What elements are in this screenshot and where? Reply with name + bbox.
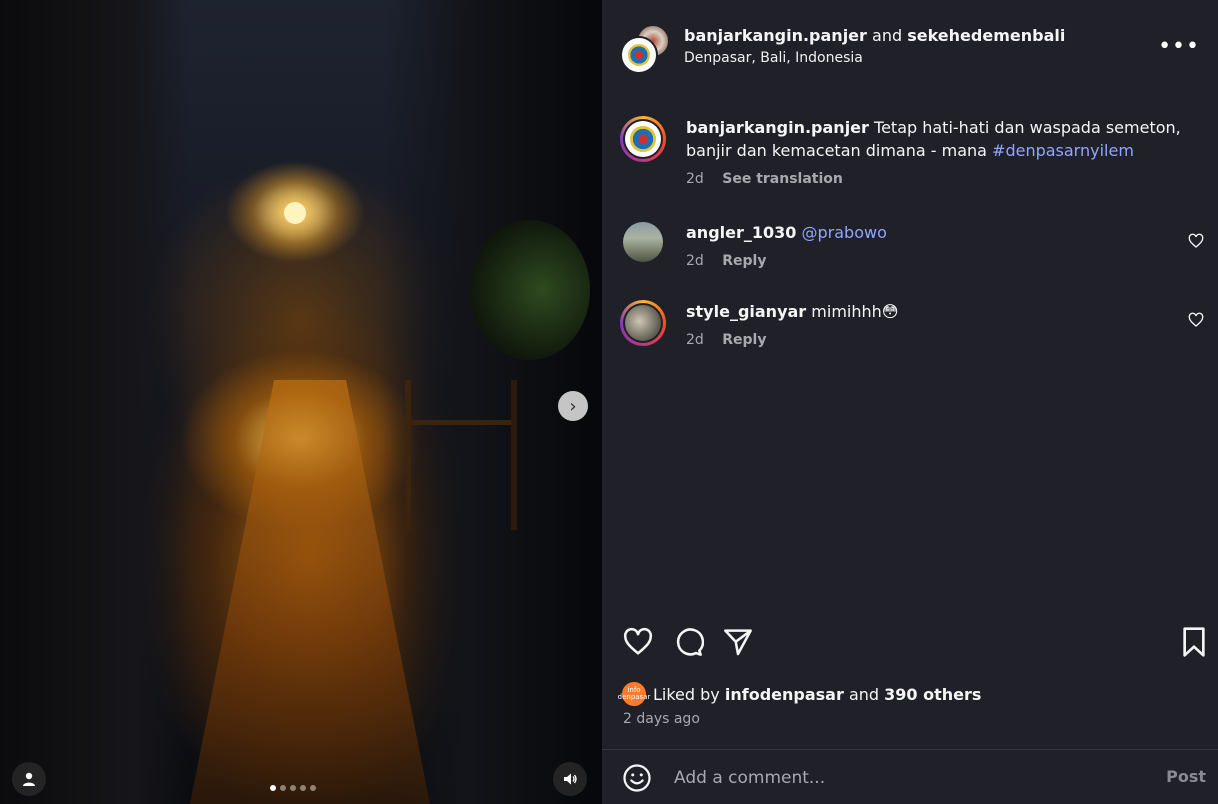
- header-text: banjarkangin.panjer and sekehedemenbali …: [684, 26, 1065, 66]
- commenter-avatar-ring: [623, 303, 663, 343]
- see-translation-button[interactable]: See translation: [722, 171, 843, 187]
- add-comment-bar: Post: [602, 750, 1218, 804]
- comment-text: mimihhh😳: [811, 302, 899, 321]
- caption-text-block: banjarkangin.panjer Tetap hati-hati dan …: [686, 116, 1200, 162]
- post-date[interactable]: 2 days ago: [623, 711, 700, 727]
- comment-username[interactable]: angler_1030: [686, 223, 796, 242]
- media-foliage: [470, 220, 590, 360]
- banjar-emblem-icon: [628, 44, 650, 66]
- chevron-right-icon: ›: [569, 395, 577, 417]
- comment-input[interactable]: [672, 763, 1116, 793]
- media-fence: [405, 380, 517, 530]
- carousel-indicator: [270, 785, 316, 791]
- author-username-link[interactable]: banjarkangin.panjer: [684, 26, 867, 45]
- caption-avatar-ring: [623, 119, 663, 159]
- post-viewer: › banjarkangin.panjer and sekehedemenbal…: [0, 0, 1218, 804]
- caption-body: banjarkangin.panjer Tetap hati-hati dan …: [686, 116, 1200, 191]
- commenter-avatar[interactable]: [620, 300, 666, 346]
- comment-age: 2d: [686, 332, 704, 348]
- comment-text-block: style_gianyar mimihhh😳: [686, 300, 1200, 323]
- post-panel: banjarkangin.panjer and sekehedemenbali …: [602, 0, 1218, 804]
- post-media[interactable]: ›: [0, 0, 602, 804]
- location-link[interactable]: Denpasar, Bali, Indonesia: [684, 50, 1065, 66]
- like-comment-heart-icon[interactable]: [1188, 312, 1204, 328]
- comment-username[interactable]: style_gianyar: [686, 302, 806, 321]
- media-street-lamp: [284, 202, 306, 224]
- comment-bubble-icon[interactable]: [672, 626, 704, 658]
- likes-others-link[interactable]: 390 others: [884, 685, 981, 704]
- carousel-dot: [300, 785, 306, 791]
- save-bookmark-icon[interactable]: [1180, 626, 1208, 658]
- carousel-next-button[interactable]: ›: [558, 391, 588, 421]
- comment-mention[interactable]: @prabowo: [802, 223, 887, 242]
- caption-avatar[interactable]: [620, 116, 666, 162]
- comment-text-block: angler_1030 @prabowo: [686, 221, 1200, 244]
- caption-meta: 2d See translation: [686, 168, 1200, 191]
- post-actions: [602, 626, 1218, 666]
- like-comment-heart-icon[interactable]: [1188, 233, 1204, 249]
- carousel-dot: [280, 785, 286, 791]
- carousel-dot: [270, 785, 276, 791]
- caption-hashtag[interactable]: #denpasarnyilem: [992, 141, 1134, 160]
- comment-age: 2d: [686, 253, 704, 269]
- liker-avatar[interactable]: info denpasar: [618, 682, 650, 706]
- caption-username[interactable]: banjarkangin.panjer: [686, 118, 869, 137]
- post-comment-button[interactable]: Post: [1166, 767, 1206, 786]
- audio-icon: [564, 773, 577, 785]
- share-send-icon[interactable]: [722, 626, 754, 658]
- header-joiner: and: [872, 26, 903, 45]
- likes-prefix: Liked by: [653, 684, 720, 704]
- user-tag-icon: [23, 772, 35, 786]
- user-tag-button[interactable]: [12, 762, 46, 796]
- comment-meta: 2d Reply: [686, 250, 1200, 273]
- liker-avatar-logo: info denpasar: [617, 686, 651, 701]
- carousel-dot: [310, 785, 316, 791]
- caption-avatar-image: [625, 121, 661, 157]
- caption-age: 2d: [686, 171, 704, 187]
- commenter-avatar-image: [625, 305, 661, 341]
- carousel-dot: [290, 785, 296, 791]
- more-options-button[interactable]: •••: [1158, 34, 1200, 59]
- comment-meta: 2d Reply: [686, 329, 1200, 352]
- collab-avatars[interactable]: [620, 24, 670, 74]
- likes-middle: and: [848, 684, 880, 704]
- like-heart-icon[interactable]: [622, 626, 654, 658]
- comment-body: style_gianyar mimihhh😳 2d Reply: [686, 300, 1200, 352]
- header-authors: banjarkangin.panjer and sekehedemenbali: [684, 26, 1065, 45]
- likes-summary: info denpasar Liked by infodenpasar and …: [618, 682, 981, 706]
- commenter-avatar[interactable]: [623, 222, 663, 262]
- reply-button[interactable]: Reply: [722, 332, 766, 348]
- emoji-icon[interactable]: [622, 763, 652, 793]
- liker-username-link[interactable]: infodenpasar: [725, 685, 844, 704]
- media-wall-left: [0, 0, 190, 804]
- banjar-emblem-icon: [630, 126, 656, 152]
- post-header: banjarkangin.panjer and sekehedemenbali …: [602, 0, 1218, 92]
- comment-body: angler_1030 @prabowo 2d Reply: [686, 221, 1200, 273]
- reply-button[interactable]: Reply: [722, 253, 766, 269]
- author-avatar[interactable]: [620, 36, 658, 74]
- audio-toggle-button[interactable]: [553, 762, 587, 796]
- collaborator-username-link[interactable]: sekehedemenbali: [907, 26, 1065, 45]
